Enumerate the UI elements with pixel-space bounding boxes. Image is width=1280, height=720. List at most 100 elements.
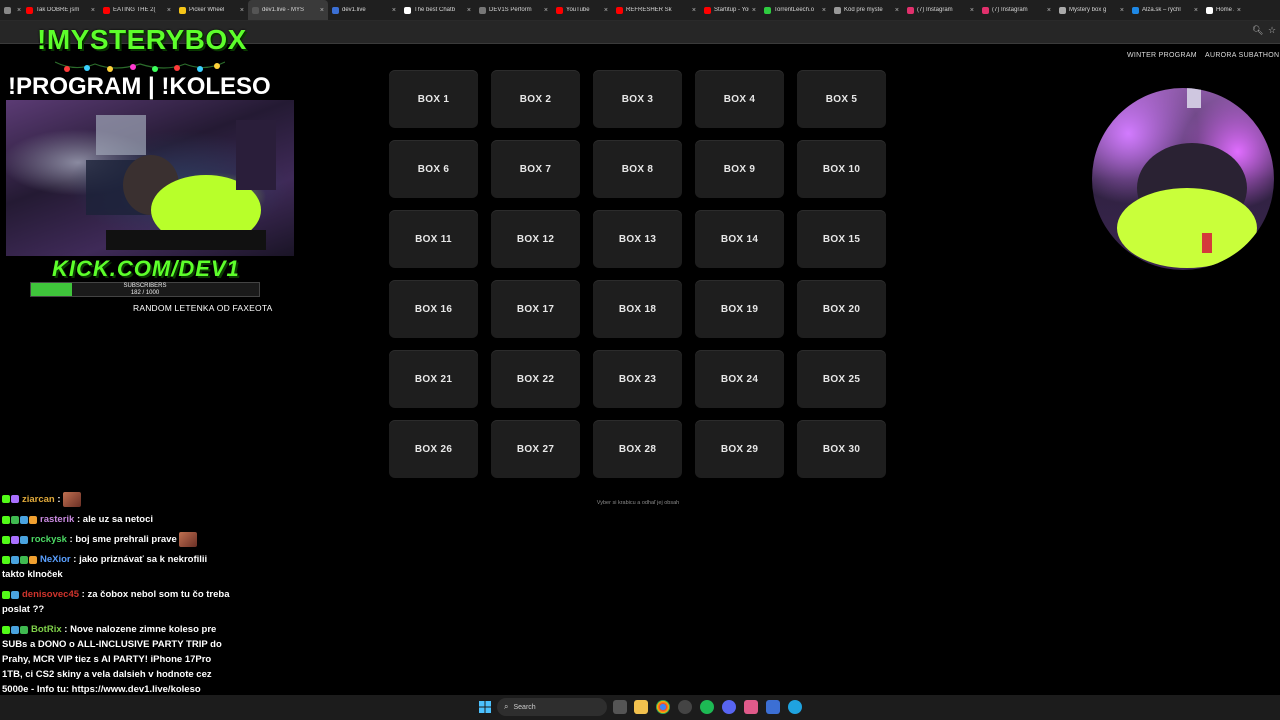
chat-badges <box>2 512 38 527</box>
mystery-box-button[interactable]: BOX 26 <box>389 420 478 478</box>
mystery-box-button[interactable]: BOX 27 <box>491 420 580 478</box>
tab-close-icon[interactable]: × <box>1047 7 1051 14</box>
chat-username[interactable]: rockysk <box>31 534 67 545</box>
browser-tab[interactable]: YouTube × <box>552 0 612 20</box>
browser-tab[interactable]: N× <box>0 0 22 20</box>
browser-tab[interactable]: TorrentLeech.o × <box>760 0 830 20</box>
mystery-box-button[interactable]: BOX 3 <box>593 70 682 128</box>
app-icon[interactable] <box>744 700 758 714</box>
mystery-box-button[interactable]: BOX 2 <box>491 70 580 128</box>
chat-username[interactable]: denisovec45 <box>22 589 79 600</box>
mystery-box-button[interactable]: BOX 15 <box>797 210 886 268</box>
browser-tab[interactable]: dev1.live × <box>328 0 400 20</box>
windows-start-icon[interactable] <box>478 700 492 714</box>
browser-tab[interactable]: Home / X× <box>1202 0 1245 20</box>
mystery-box-button[interactable]: BOX 8 <box>593 140 682 198</box>
browser-tab[interactable]: Kód pre myste × <box>830 0 903 20</box>
chrome-icon[interactable] <box>656 700 670 714</box>
chat-username[interactable]: rasterik <box>40 514 74 525</box>
round-webcam-feed <box>1092 88 1274 270</box>
spotify-icon[interactable] <box>700 700 714 714</box>
webcam-feed <box>6 100 294 256</box>
settings-gear-icon[interactable] <box>678 700 692 714</box>
tab-close-icon[interactable]: × <box>392 7 396 14</box>
tab-close-icon[interactable]: × <box>240 7 244 14</box>
mystery-box-button[interactable]: BOX 28 <box>593 420 682 478</box>
mystery-box-button[interactable]: BOX 13 <box>593 210 682 268</box>
tab-close-icon[interactable]: × <box>17 7 21 14</box>
tab-close-icon[interactable]: × <box>467 7 471 14</box>
mystery-box-button[interactable]: BOX 18 <box>593 280 682 338</box>
mystery-box-button[interactable]: BOX 4 <box>695 70 784 128</box>
mystery-box-button[interactable]: BOX 14 <box>695 210 784 268</box>
browser-tab[interactable]: EATING THE 2(× <box>99 0 175 20</box>
tab-close-icon[interactable]: × <box>604 7 608 14</box>
task-view-icon[interactable] <box>613 700 627 714</box>
browser-tab[interactable]: dev1.live - MYS × <box>248 0 328 20</box>
tab-close-icon[interactable]: × <box>895 7 899 14</box>
nav-winter-program[interactable]: WINTER PROGRAM <box>1127 52 1197 59</box>
mystery-box-button[interactable]: BOX 17 <box>491 280 580 338</box>
tab-close-icon[interactable]: × <box>752 7 756 14</box>
chat-username[interactable]: BotRix <box>31 624 62 635</box>
kick-channel-logo: KICK.COM/DEV1 <box>52 256 240 281</box>
nav-aurora-subathon[interactable]: AURORA SUBATHON <box>1205 52 1279 59</box>
tab-close-icon[interactable]: × <box>544 7 548 14</box>
browser-tab[interactable]: Startitup - You × <box>700 0 760 20</box>
search-icon[interactable]: 🔍︎ <box>1252 25 1263 36</box>
browser-tab[interactable]: The best Chatb × <box>400 0 475 20</box>
tab-close-icon[interactable]: × <box>1194 7 1198 14</box>
tab-close-icon[interactable]: × <box>91 7 95 14</box>
tab-favicon-icon <box>4 6 11 14</box>
mystery-box-button[interactable]: BOX 22 <box>491 350 580 408</box>
tab-close-icon[interactable]: × <box>692 7 696 14</box>
discord-icon[interactable] <box>722 700 736 714</box>
tab-favicon-icon <box>479 6 486 14</box>
mystery-box-button[interactable]: BOX 19 <box>695 280 784 338</box>
browser-tab[interactable]: Mystery box g × <box>1055 0 1128 20</box>
subscriber-count: 182 / 1000 <box>130 289 160 296</box>
browser-tab[interactable]: Tak DOBRE jsm × <box>22 0 99 20</box>
tab-close-icon[interactable]: × <box>320 7 324 14</box>
mystery-box-button[interactable]: BOX 10 <box>797 140 886 198</box>
mystery-box-button[interactable]: BOX 12 <box>491 210 580 268</box>
mystery-box-button[interactable]: BOX 16 <box>389 280 478 338</box>
chat-panel: ziarcan : rasterik : ale uz sa netoci roc… <box>2 492 230 702</box>
mystery-box-button[interactable]: BOX 9 <box>695 140 784 198</box>
chat-badges <box>2 532 29 547</box>
mystery-box-button[interactable]: BOX 21 <box>389 350 478 408</box>
tab-close-icon[interactable]: × <box>970 7 974 14</box>
calculator-icon[interactable] <box>766 700 780 714</box>
file-explorer-icon[interactable] <box>634 700 648 714</box>
mystery-box-button[interactable]: BOX 7 <box>491 140 580 198</box>
browser-tab[interactable]: (7) Instagram × <box>903 0 978 20</box>
tab-close-icon[interactable]: × <box>1120 7 1124 14</box>
browser-tab[interactable]: Picker Wheel × <box>175 0 248 20</box>
chat-username[interactable]: NeXior <box>40 554 71 565</box>
mystery-box-button[interactable]: BOX 20 <box>797 280 886 338</box>
browser-tab[interactable]: (7) Instagram × <box>978 0 1055 20</box>
tab-close-icon[interactable]: × <box>1237 7 1241 14</box>
tab-close-icon[interactable]: × <box>167 7 171 14</box>
chat-username[interactable]: ziarcan <box>22 494 55 505</box>
mystery-box-button[interactable]: BOX 1 <box>389 70 478 128</box>
browser-tab[interactable]: DEV1S Perform × <box>475 0 552 20</box>
taskbar-search[interactable]: ⌕ Search <box>497 698 607 716</box>
taskbar-search-label: Search <box>513 703 536 711</box>
mystery-box-button[interactable]: BOX 25 <box>797 350 886 408</box>
mystery-box-button[interactable]: BOX 30 <box>797 420 886 478</box>
mystery-box-button[interactable]: BOX 29 <box>695 420 784 478</box>
mystery-box-button[interactable]: BOX 5 <box>797 70 886 128</box>
mystery-box-button[interactable]: BOX 6 <box>389 140 478 198</box>
tab-favicon-icon <box>103 6 110 14</box>
tab-close-icon[interactable]: × <box>822 7 826 14</box>
mystery-box-button[interactable]: BOX 23 <box>593 350 682 408</box>
tab-favicon-icon <box>179 6 186 14</box>
tab-favicon-icon <box>764 6 771 14</box>
browser-tab[interactable]: REFRESHER Sk × <box>612 0 700 20</box>
browser-tab[interactable]: Alza.sk – rýchl × <box>1128 0 1202 20</box>
bookmark-star-icon[interactable]: ☆ <box>1268 25 1276 36</box>
mystery-box-button[interactable]: BOX 11 <box>389 210 478 268</box>
edge-icon[interactable] <box>788 700 802 714</box>
mystery-box-button[interactable]: BOX 24 <box>695 350 784 408</box>
